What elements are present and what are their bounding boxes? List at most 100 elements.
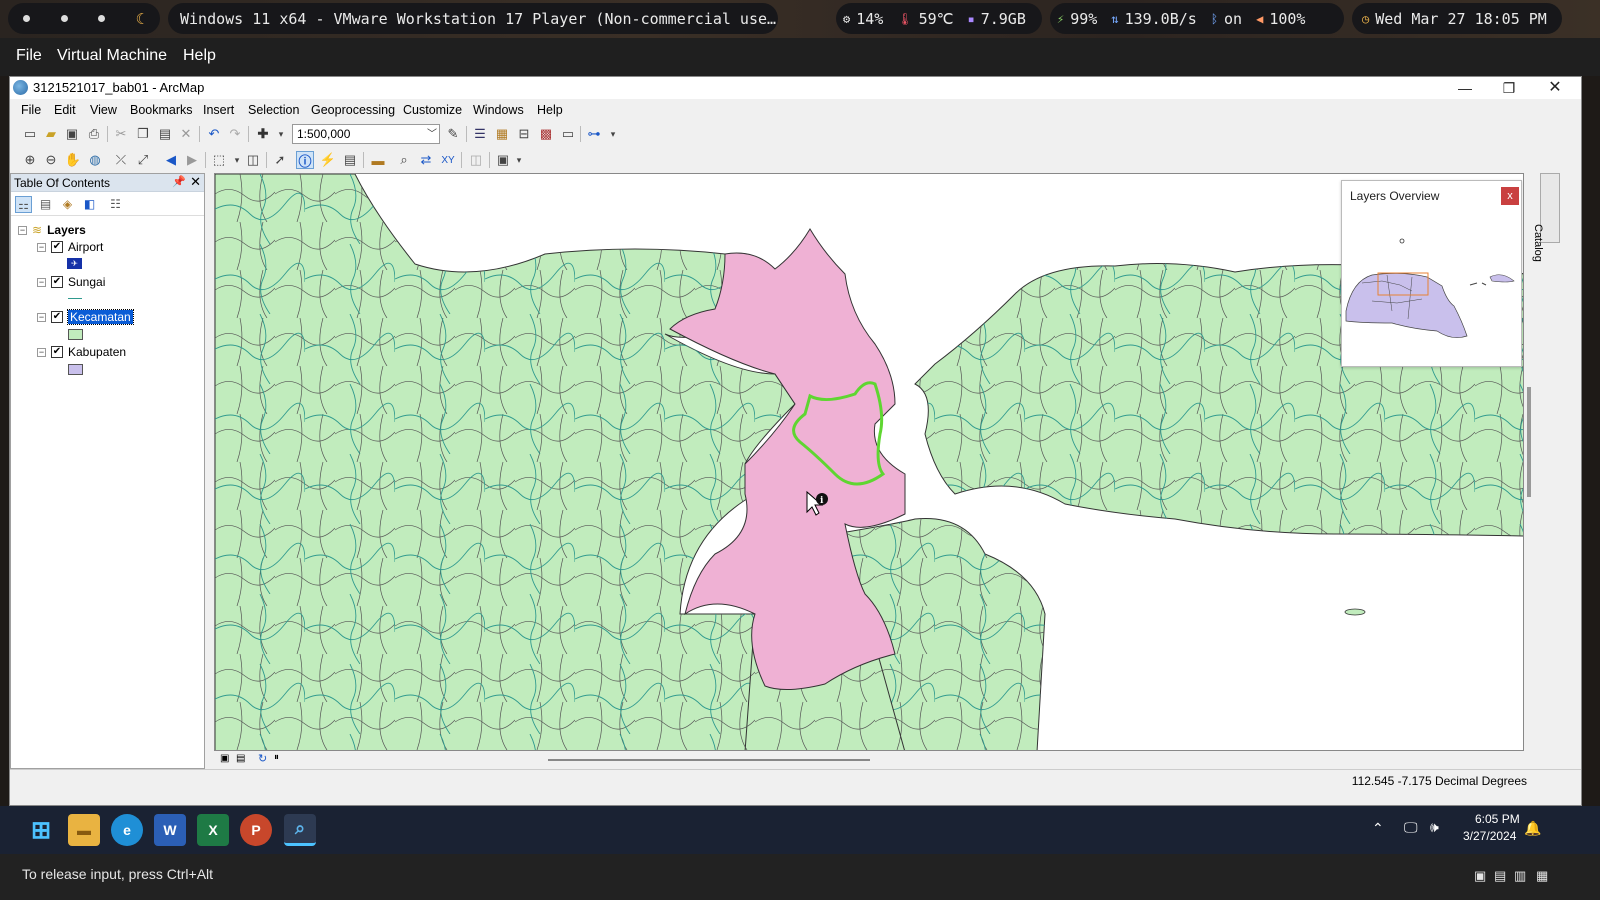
layer-visibility-checkbox[interactable]: ✔ [51,311,63,323]
vm-menu-virtual-machine[interactable]: Virtual Machine [57,47,167,65]
collapse-icon[interactable]: − [37,347,46,357]
time-slider-icon[interactable]: ◫ [467,151,485,169]
clock[interactable]: ◷ Wed Mar 27 18:05 PM [1352,3,1562,34]
select-elements-icon[interactable]: ➚ [271,151,289,169]
start-icon[interactable]: ⊞ [25,814,57,846]
menu-insert[interactable]: Insert [203,103,234,117]
editor-toolbar-icon[interactable]: ✎ [444,125,462,143]
map-scale-combo[interactable]: 1:500,000 ﹀ [292,124,440,144]
list-by-drawing-order-icon[interactable]: ⚏ [15,196,32,213]
toc-options-icon[interactable]: ☷ [107,196,124,213]
horizontal-scrollbar[interactable] [548,759,870,761]
add-data-icon[interactable]: ✚ [254,125,272,143]
device-icon[interactable]: ▣ [1474,868,1486,884]
menu-bookmarks[interactable]: Bookmarks [130,103,193,117]
table-of-contents-icon[interactable]: ☰ [471,125,489,143]
menu-view[interactable]: View [90,103,117,117]
pause-drawing-icon[interactable]: ⏸ [274,752,279,763]
find-icon[interactable]: ⌕ [395,151,413,169]
volume-tray-icon[interactable]: 🕪 [1430,819,1439,836]
word-icon[interactable]: W [154,814,186,846]
new-document-icon[interactable]: ▭ [21,125,39,143]
find-route-icon[interactable]: ⇄ [417,151,435,169]
close-icon[interactable]: ✕ [190,174,201,190]
catalog-window-icon[interactable]: ▦ [493,125,511,143]
overview-close-button[interactable]: x [1501,187,1519,205]
toolbar-options-icon[interactable]: ▾ [604,125,622,143]
close-button[interactable]: ✕ [1533,77,1577,99]
collapse-icon[interactable]: − [37,277,46,287]
copy-icon[interactable]: ❐ [134,125,152,143]
pan-icon[interactable]: ✋ [64,151,82,169]
list-by-source-icon[interactable]: ▤ [37,196,54,213]
save-icon[interactable]: ▣ [63,125,81,143]
menu-geoprocessing[interactable]: Geoprocessing [311,103,395,117]
viewer-dropdown-icon[interactable]: ▾ [510,151,528,169]
sound-card-icon[interactable]: ▦ [1536,868,1548,884]
file-explorer-icon[interactable]: ▬ [68,814,100,846]
identify-icon[interactable]: ⓘ [296,151,314,169]
list-by-selection-icon[interactable]: ◧ [81,196,98,213]
collapse-icon[interactable]: − [18,225,27,235]
powerpoint-icon[interactable]: P [240,814,272,846]
html-popup-icon[interactable]: ▤ [341,151,359,169]
restore-button[interactable]: ❐ [1487,77,1531,99]
menu-help[interactable]: Help [537,103,563,117]
land-west[interactable] [215,174,796,751]
measure-icon[interactable]: ▬ [369,151,387,169]
toc-layer-sungai[interactable]: − ✔ Sungai [37,275,105,289]
python-window-icon[interactable]: ▭ [559,125,577,143]
excel-icon[interactable]: X [197,814,229,846]
taskbar-date[interactable]: 3/27/2024 [1463,829,1516,843]
add-data-dropdown-icon[interactable]: ▾ [272,125,290,143]
scrollbar-thumb[interactable] [1527,387,1531,497]
vm-menu-file[interactable]: File [16,47,42,65]
cut-icon[interactable]: ✂ [112,125,130,143]
taskbar-time[interactable]: 6:05 PM [1475,812,1520,826]
toc-layer-airport[interactable]: − ✔ Airport [37,240,103,254]
toc-layer-kabupaten[interactable]: − ✔ Kabupaten [37,345,126,359]
menu-windows[interactable]: Windows [473,103,524,117]
collapse-icon[interactable]: − [37,312,46,322]
data-view-icon[interactable]: ▣ [220,753,229,764]
forward-extent-icon[interactable]: ▶ [183,151,201,169]
map-canvas[interactable]: i [215,174,1524,751]
notification-bell-icon[interactable]: 🔔 [1524,820,1541,837]
zoom-out-icon[interactable]: ⊖ [42,151,60,169]
chevron-up-icon[interactable]: ⌃ [1372,820,1384,837]
edge-icon[interactable]: e [111,814,143,846]
layer-visibility-checkbox[interactable]: ✔ [51,346,63,358]
delete-icon[interactable]: ✕ [177,125,195,143]
workspace-dot[interactable] [23,15,31,22]
refresh-icon[interactable]: ↻ [258,752,267,765]
catalog-tab[interactable]: Catalog [1532,173,1560,262]
full-extent-icon[interactable]: ◍ [86,151,104,169]
network-adapter-icon[interactable]: ▤ [1494,868,1506,884]
layers-overview-window[interactable]: Layers Overview x [1341,180,1522,367]
overview-map[interactable] [1342,211,1523,366]
zoom-in-icon[interactable]: ⊕ [21,151,39,169]
vm-menu-help[interactable]: Help [183,47,216,65]
usb-icon[interactable]: ▥ [1514,868,1526,884]
redo-icon[interactable]: ↷ [226,125,244,143]
layer-visibility-checkbox[interactable]: ✔ [51,241,63,253]
modelbuilder-icon[interactable]: ⊶ [585,125,603,143]
map-display[interactable]: i Layers Overview x [214,173,1524,751]
minimize-button[interactable]: — [1443,77,1487,99]
menu-file[interactable]: File [21,103,41,117]
menu-edit[interactable]: Edit [54,103,76,117]
arctoolbox-icon[interactable]: ▩ [537,125,555,143]
select-features-icon[interactable]: ⬚ [210,151,228,169]
menu-customize[interactable]: Customize [403,103,462,117]
moon-icon[interactable]: ☾ [136,10,145,28]
print-icon[interactable]: ⎙ [85,125,103,143]
go-to-xy-icon[interactable]: XY [439,151,457,169]
open-folder-icon[interactable]: ▰ [42,125,60,143]
toc-layer-kecamatan[interactable]: − ✔ Kecamatan [37,309,134,325]
workspace-switcher[interactable]: ☾ [8,3,160,34]
chevron-down-icon[interactable]: ﹀ [427,125,437,140]
pin-icon[interactable]: 📌 [172,175,186,188]
arcmap-icon[interactable]: ⌕ [284,814,316,846]
search-window-icon[interactable]: ⊟ [515,125,533,143]
list-by-visibility-icon[interactable]: ◈ [59,196,76,213]
